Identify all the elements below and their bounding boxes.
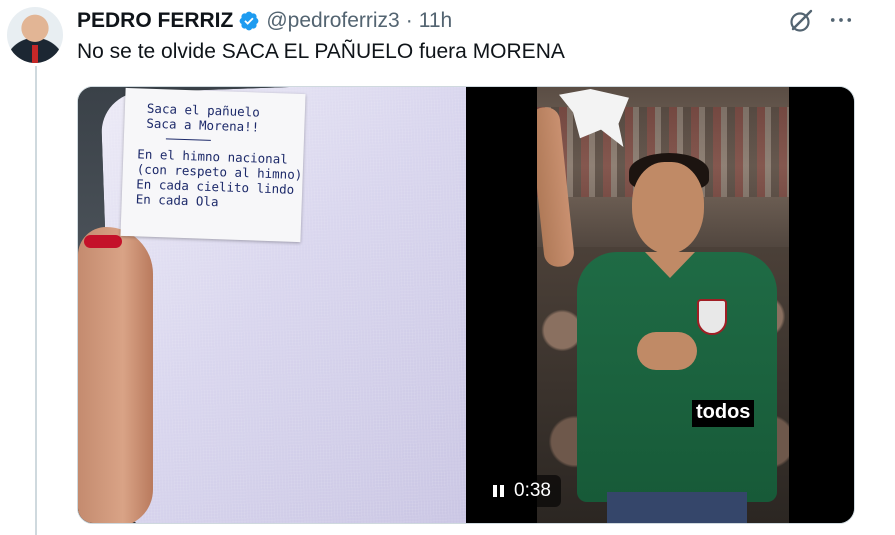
post-timestamp[interactable]: 11h [419, 9, 452, 33]
label-divider [165, 138, 211, 141]
author-handle[interactable]: @pedroferriz3 [266, 9, 399, 33]
green-jersey [577, 252, 777, 502]
thread-line [35, 66, 37, 535]
verified-badge-icon[interactable] [238, 10, 260, 32]
fingernail-image [84, 235, 122, 248]
post-text: No se te olvide SACA EL PAÑUELO fuera MO… [77, 40, 565, 63]
hand-image [78, 227, 153, 523]
header-separator: · [405, 9, 413, 32]
video-caption: todos [692, 400, 755, 427]
post-header: PEDRO FERRIZ @pedroferriz3 · 11h [77, 7, 452, 35]
hand-on-chest [637, 332, 697, 370]
team-crest [697, 299, 727, 335]
video-controls[interactable]: 0:38 [483, 475, 561, 507]
author-name[interactable]: PEDRO FERRIZ [77, 9, 233, 33]
more-icon[interactable] [826, 6, 856, 34]
media-grid: Saca el pañuelo Saca a Morena!! En el hi… [77, 86, 855, 524]
video-elapsed-time: 0:38 [514, 480, 551, 501]
author-avatar[interactable] [7, 7, 63, 63]
grok-icon[interactable] [788, 8, 814, 34]
avatar-tie [32, 45, 38, 63]
video-player[interactable]: todos 0:38 [469, 87, 854, 523]
fabric-label: Saca el pañuelo Saca a Morena!! En el hi… [120, 87, 306, 243]
handkerchief-photo[interactable]: Saca el pañuelo Saca a Morena!! En el hi… [78, 87, 466, 523]
jeans [607, 492, 747, 523]
kid-face [632, 162, 704, 254]
video-frame: todos [537, 87, 789, 523]
pause-icon[interactable] [493, 485, 504, 497]
